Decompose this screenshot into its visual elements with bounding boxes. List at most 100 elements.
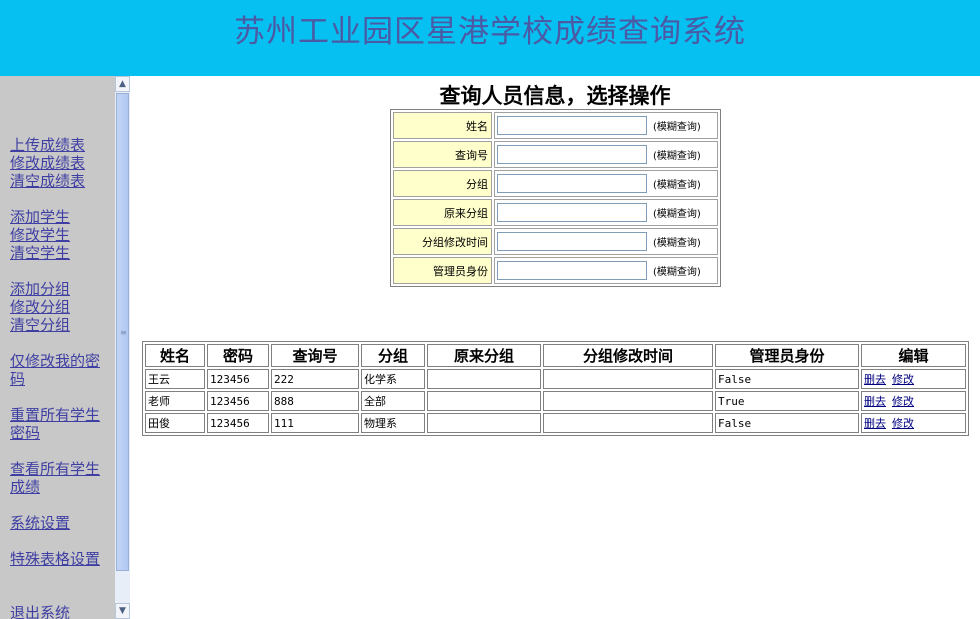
search-form-row: 姓名 (模糊查询) xyxy=(393,112,718,139)
cell-name: 老师 xyxy=(145,391,205,411)
col-header-password: 密码 xyxy=(207,344,269,367)
cell-group: 化学系 xyxy=(361,369,425,389)
cell-query-no: 222 xyxy=(271,369,359,389)
fuzzy-search-hint: (模糊查询) xyxy=(653,122,701,133)
col-header-name: 姓名 xyxy=(145,344,205,367)
nav-add-student[interactable]: 添加学生 xyxy=(10,208,110,226)
search-field-label: 管理员身份 xyxy=(393,257,492,284)
edit-link[interactable]: 修改 xyxy=(892,373,914,386)
search-field-input[interactable] xyxy=(497,261,647,280)
cell-password: 123456 xyxy=(207,413,269,433)
scrollbar-thumb[interactable]: ≡ xyxy=(116,93,129,571)
cell-query-no: 888 xyxy=(271,391,359,411)
cell-group-changed xyxy=(543,369,713,389)
table-row: 老师 123456 888 全部 True 删去 修改 xyxy=(145,391,966,411)
search-form: 姓名 (模糊查询) 查询号 (模糊查询) 分组 (模糊查询) 原来分组 (模糊查询) 分组修改时… xyxy=(390,109,721,287)
col-header-group: 分组 xyxy=(361,344,425,367)
nav-clear-groups[interactable]: 清空分组 xyxy=(10,316,110,334)
cell-group: 全部 xyxy=(361,391,425,411)
nav-group-special: 特殊表格设置 xyxy=(10,550,110,568)
cell-group: 物理系 xyxy=(361,413,425,433)
users-table: 姓名 密码 查询号 分组 原来分组 分组修改时间 管理员身份 编辑 王云 1234… xyxy=(142,341,969,436)
sidebar-nav: 上传成绩表 修改成绩表 清空成绩表 添加学生 修改学生 清空学生 添加分组 修改… xyxy=(0,76,115,619)
table-row: 田俊 123456 111 物理系 False 删去 修改 xyxy=(145,413,966,433)
search-field-input[interactable] xyxy=(497,174,647,193)
nav-group-grades: 上传成绩表 修改成绩表 清空成绩表 xyxy=(10,136,110,190)
cell-original-group xyxy=(427,413,541,433)
col-header-group-changed-time: 分组修改时间 xyxy=(543,344,713,367)
col-header-admin: 管理员身份 xyxy=(715,344,859,367)
search-field-cell: (模糊查询) xyxy=(494,257,718,284)
search-form-row: 查询号 (模糊查询) xyxy=(393,141,718,168)
fuzzy-search-hint: (模糊查询) xyxy=(653,151,701,162)
cell-group-changed xyxy=(543,413,713,433)
scroll-up-arrow-icon[interactable]: ▲ xyxy=(115,76,130,92)
nav-edit-group[interactable]: 修改分组 xyxy=(10,298,110,316)
nav-group-groups: 添加分组 修改分组 清空分组 xyxy=(10,280,110,334)
search-field-label: 分组 xyxy=(393,170,492,197)
search-field-input[interactable] xyxy=(497,232,647,251)
search-field-input[interactable] xyxy=(497,116,647,135)
search-field-input[interactable] xyxy=(497,145,647,164)
search-field-label: 查询号 xyxy=(393,141,492,168)
cell-admin: False xyxy=(715,369,859,389)
edit-link[interactable]: 修改 xyxy=(892,417,914,430)
sidebar-scrollbar[interactable]: ▲ ≡ ▼ xyxy=(115,76,130,619)
search-field-cell: (模糊查询) xyxy=(494,170,718,197)
nav-group-settings: 系统设置 xyxy=(10,514,110,532)
cell-admin: False xyxy=(715,413,859,433)
page-title: 查询人员信息，选择操作 xyxy=(439,84,671,108)
nav-system-settings[interactable]: 系统设置 xyxy=(10,514,110,532)
nav-special-table-settings[interactable]: 特殊表格设置 xyxy=(10,550,110,568)
fuzzy-search-hint: (模糊查询) xyxy=(653,267,701,278)
cell-original-group xyxy=(427,391,541,411)
search-field-label: 原来分组 xyxy=(393,199,492,226)
nav-clear-grades[interactable]: 清空成绩表 xyxy=(10,172,110,190)
cell-admin: True xyxy=(715,391,859,411)
cell-password: 123456 xyxy=(207,369,269,389)
col-header-edit: 编辑 xyxy=(861,344,966,367)
cell-name: 田俊 xyxy=(145,413,205,433)
search-field-label: 分组修改时间 xyxy=(393,228,492,255)
search-form-row: 原来分组 (模糊查询) xyxy=(393,199,718,226)
search-form-row: 管理员身份 (模糊查询) xyxy=(393,257,718,284)
nav-clear-students[interactable]: 清空学生 xyxy=(10,244,110,262)
search-field-label: 姓名 xyxy=(393,112,492,139)
app-title: 苏州工业园区星港学校成绩查询系统 xyxy=(234,14,746,50)
delete-link[interactable]: 删去 xyxy=(864,417,886,430)
scrollbar-grip-icon: ≡ xyxy=(120,328,127,337)
search-field-input[interactable] xyxy=(497,203,647,222)
edit-link[interactable]: 修改 xyxy=(892,395,914,408)
nav-view-all-grades[interactable]: 查看所有学生成绩 xyxy=(10,460,110,496)
cell-edit-actions: 删去 修改 xyxy=(861,391,966,411)
nav-edit-student[interactable]: 修改学生 xyxy=(10,226,110,244)
cell-password: 123456 xyxy=(207,391,269,411)
table-header-row: 姓名 密码 查询号 分组 原来分组 分组修改时间 管理员身份 编辑 xyxy=(145,344,966,367)
nav-reset-all-passwords[interactable]: 重置所有学生密码 xyxy=(10,406,110,442)
fuzzy-search-hint: (模糊查询) xyxy=(653,209,701,220)
header-banner: 苏州工业园区星港学校成绩查询系统 xyxy=(0,0,980,76)
search-form-row: 分组 (模糊查询) xyxy=(393,170,718,197)
cell-original-group xyxy=(427,369,541,389)
nav-upload-grades[interactable]: 上传成绩表 xyxy=(10,136,110,154)
nav-edit-grades[interactable]: 修改成绩表 xyxy=(10,154,110,172)
delete-link[interactable]: 删去 xyxy=(864,395,886,408)
fuzzy-search-hint: (模糊查询) xyxy=(653,180,701,191)
main-content: 查询人员信息，选择操作 姓名 (模糊查询) 查询号 (模糊查询) 分组 (模糊查询) 原来分… xyxy=(130,76,980,619)
cell-edit-actions: 删去 修改 xyxy=(861,369,966,389)
delete-link[interactable]: 删去 xyxy=(864,373,886,386)
nav-logout[interactable]: 退出系统 xyxy=(10,604,110,619)
nav-add-group[interactable]: 添加分组 xyxy=(10,280,110,298)
fuzzy-search-hint: (模糊查询) xyxy=(653,238,701,249)
nav-group-mypassword: 仅修改我的密码 xyxy=(10,352,110,388)
search-field-cell: (模糊查询) xyxy=(494,141,718,168)
scroll-down-arrow-icon[interactable]: ▼ xyxy=(115,603,130,619)
col-header-original-group: 原来分组 xyxy=(427,344,541,367)
search-field-cell: (模糊查询) xyxy=(494,228,718,255)
col-header-query-no: 查询号 xyxy=(271,344,359,367)
nav-group-logout: 退出系统 xyxy=(10,604,110,619)
nav-change-my-password[interactable]: 仅修改我的密码 xyxy=(10,352,110,388)
nav-group-resetpw: 重置所有学生密码 xyxy=(10,406,110,442)
nav-group-viewgrades: 查看所有学生成绩 xyxy=(10,460,110,496)
cell-edit-actions: 删去 修改 xyxy=(861,413,966,433)
